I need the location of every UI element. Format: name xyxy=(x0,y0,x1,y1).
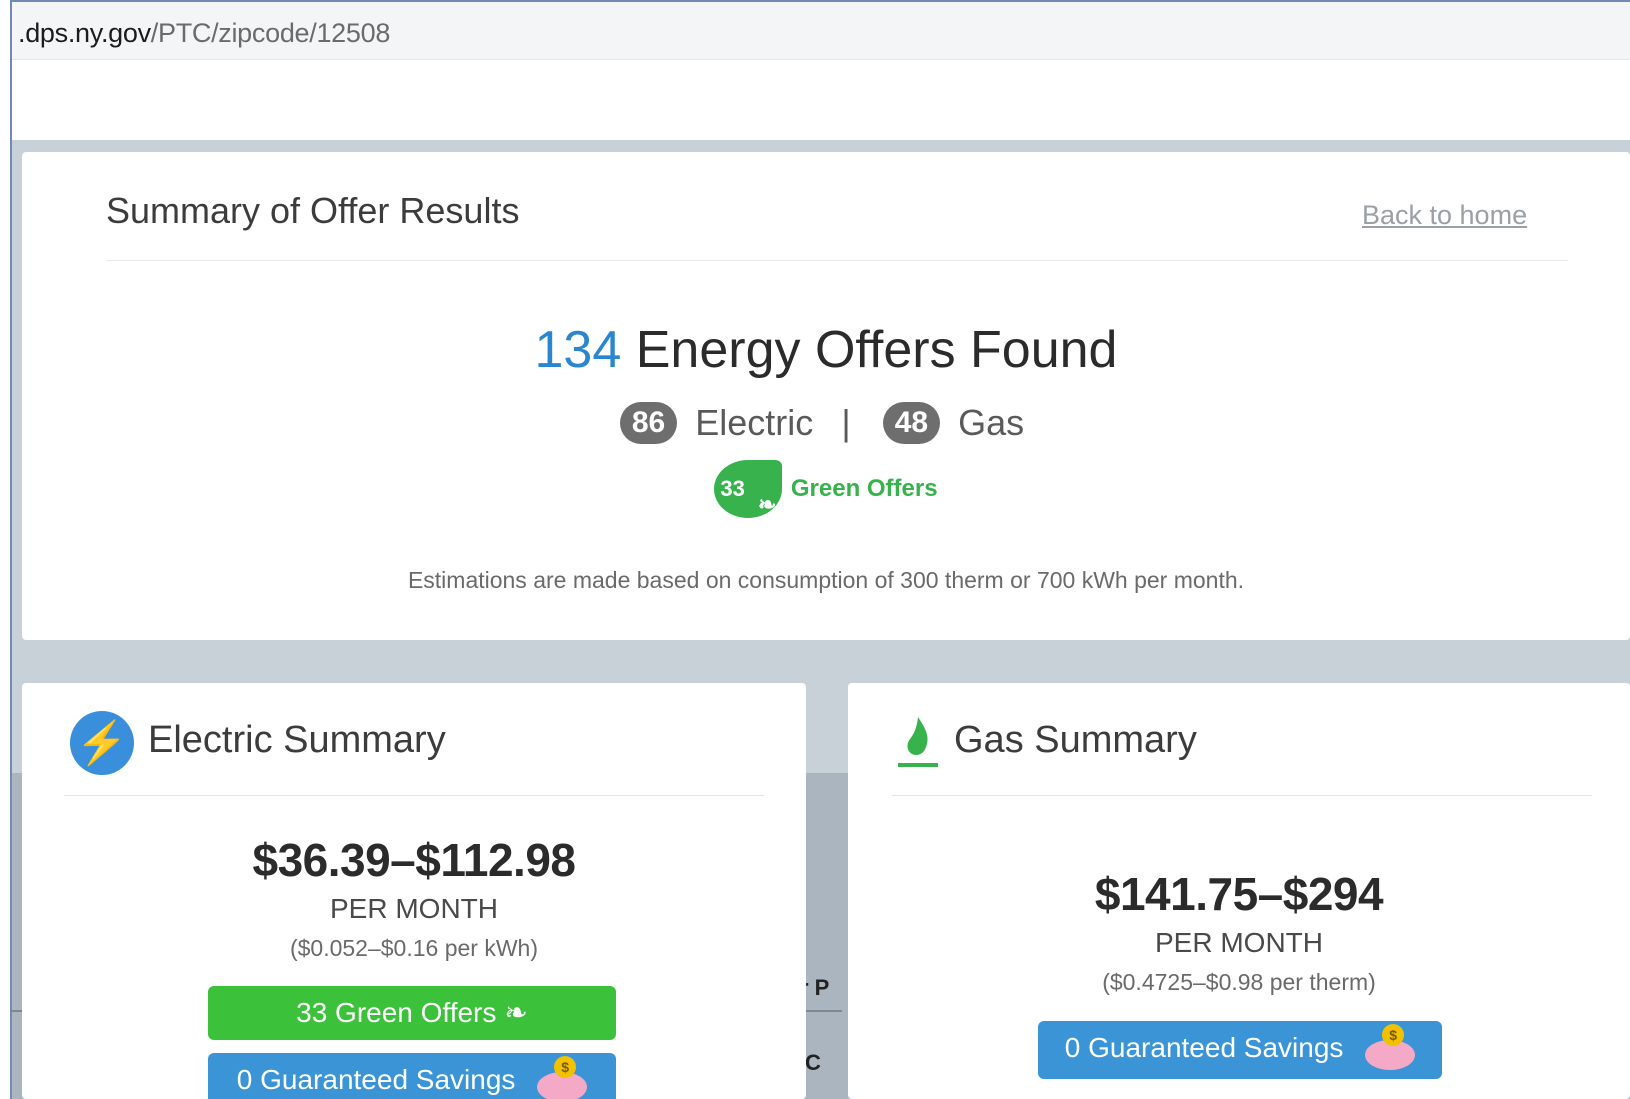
gas-rate: ($0.4725–$0.98 per therm) xyxy=(1102,969,1376,995)
guaranteed-savings-label: 0 Guaranteed Savings xyxy=(236,1064,516,1095)
flame-icon xyxy=(898,717,938,767)
address-bar[interactable]: .dps.ny.gov/PTC/zipcode/12508 xyxy=(12,2,1630,60)
electric-count-badge: 86 xyxy=(619,402,678,445)
url-host: .dps.ny.gov xyxy=(18,18,151,48)
green-offers-label: Green Offers xyxy=(790,475,938,502)
background-table-fragment: C xyxy=(805,1050,821,1075)
leaf-icon: ❧ xyxy=(504,997,528,1028)
divider xyxy=(106,260,1568,261)
gas-price-range: $141.75–$294 xyxy=(1094,868,1384,920)
electric-summary-card: ⚡ Electric Summary $36.39–$112.98 PER MO… xyxy=(22,683,806,1099)
green-offers-button[interactable]: 33 Green Offers ❧ xyxy=(208,986,616,1040)
piggy-bank-icon: $ xyxy=(537,1055,588,1099)
gas-count-badge: 48 xyxy=(882,402,941,445)
guaranteed-savings-button[interactable]: 0 Guaranteed Savings $ xyxy=(208,1053,616,1099)
gas-summary-title: Gas Summary xyxy=(954,719,1197,761)
green-count-badge: 33 ❧ xyxy=(714,460,783,518)
url-path: /PTC/zipcode/12508 xyxy=(150,18,391,48)
guaranteed-savings-button[interactable]: 0 Guaranteed Savings $ xyxy=(1038,1021,1442,1079)
leaf-icon: ❧ xyxy=(757,492,777,517)
gas-summary-card: Gas Summary $141.75–$294 PER MONTH ($0.4… xyxy=(848,683,1630,1099)
page-header-area xyxy=(12,60,1630,140)
summary-title: Summary of Offer Results xyxy=(106,190,520,231)
green-offers-summary[interactable]: 33 ❧ Green Offers xyxy=(22,460,1630,518)
divider xyxy=(892,795,1592,796)
green-count: 33 xyxy=(720,476,745,501)
lightning-bolt-icon: ⚡ xyxy=(70,711,134,775)
estimation-note: Estimations are made based on consumptio… xyxy=(407,567,1245,593)
offer-type-breakdown: 86 Electric | 48 Gas xyxy=(22,400,1630,445)
electric-per-month: PER MONTH xyxy=(330,893,498,924)
offers-found-heading: 134 Energy Offers Found xyxy=(22,320,1630,380)
divider xyxy=(64,795,764,796)
piggy-bank-icon: $ xyxy=(1365,1023,1416,1070)
separator: | xyxy=(841,402,851,444)
offers-found-label: Energy Offers Found xyxy=(635,321,1118,379)
gas-per-month: PER MONTH xyxy=(1155,927,1323,958)
electric-summary-title: Electric Summary xyxy=(148,719,446,761)
guaranteed-savings-label: 0 Guaranteed Savings xyxy=(1064,1032,1344,1063)
summary-card: Summary of Offer Results Back to home 13… xyxy=(22,152,1630,640)
back-to-home-link[interactable]: Back to home xyxy=(1362,200,1527,231)
gas-label: Gas xyxy=(958,402,1025,444)
electric-label: Electric xyxy=(695,402,814,444)
electric-price-range: $36.39–$112.98 xyxy=(252,834,576,886)
green-offers-button-label: 33 Green Offers xyxy=(296,997,497,1028)
url-text[interactable]: .dps.ny.gov/PTC/zipcode/12508 xyxy=(18,18,390,49)
offer-count: 134 xyxy=(534,321,622,379)
electric-rate: ($0.052–$0.16 per kWh) xyxy=(289,935,539,961)
